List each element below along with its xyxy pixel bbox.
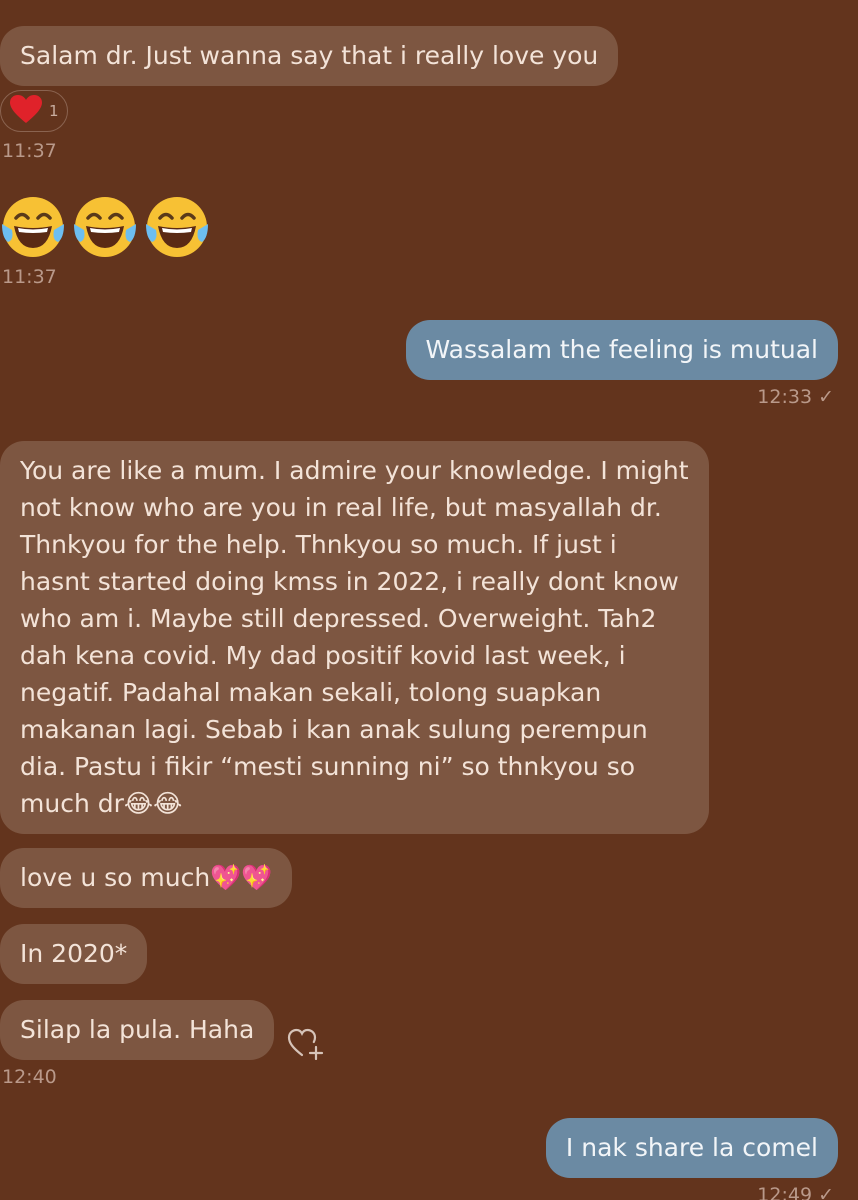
timestamp-read: 12:49 ✓: [757, 1184, 834, 1200]
timestamp-read: 12:33 ✓: [757, 386, 834, 408]
timestamp: 11:37: [2, 140, 57, 162]
chat-thread[interactable]: Salam dr. Just wanna say that i really l…: [0, 0, 858, 1200]
message-bubble-incoming[interactable]: Salam dr. Just wanna say that i really l…: [0, 26, 619, 86]
message-bubble-incoming[interactable]: love u so much💖💖: [0, 848, 293, 908]
timestamp: 11:37: [2, 266, 57, 288]
laughing-tears-icon: [146, 197, 208, 257]
message-bubble-incoming[interactable]: Silap la pula. Haha: [0, 1000, 275, 1060]
timestamp: 12:40: [2, 1066, 57, 1088]
message-bubble-incoming[interactable]: You are like a mum. I admire your knowle…: [0, 441, 709, 834]
reaction-badge[interactable]: 1: [0, 90, 68, 132]
red-heart-icon: [9, 94, 43, 128]
emoji-message[interactable]: [0, 194, 210, 260]
message-bubble-outgoing[interactable]: I nak share la comel: [545, 1118, 838, 1178]
message-bubble-outgoing[interactable]: Wassalam the feeling is mutual: [405, 320, 838, 380]
laughing-tears-icon: [2, 197, 64, 257]
add-reaction-icon[interactable]: [287, 1026, 325, 1064]
message-bubble-incoming[interactable]: In 2020*: [0, 924, 148, 984]
reaction-count: 1: [49, 102, 59, 120]
laughing-tears-icon: [74, 197, 136, 257]
